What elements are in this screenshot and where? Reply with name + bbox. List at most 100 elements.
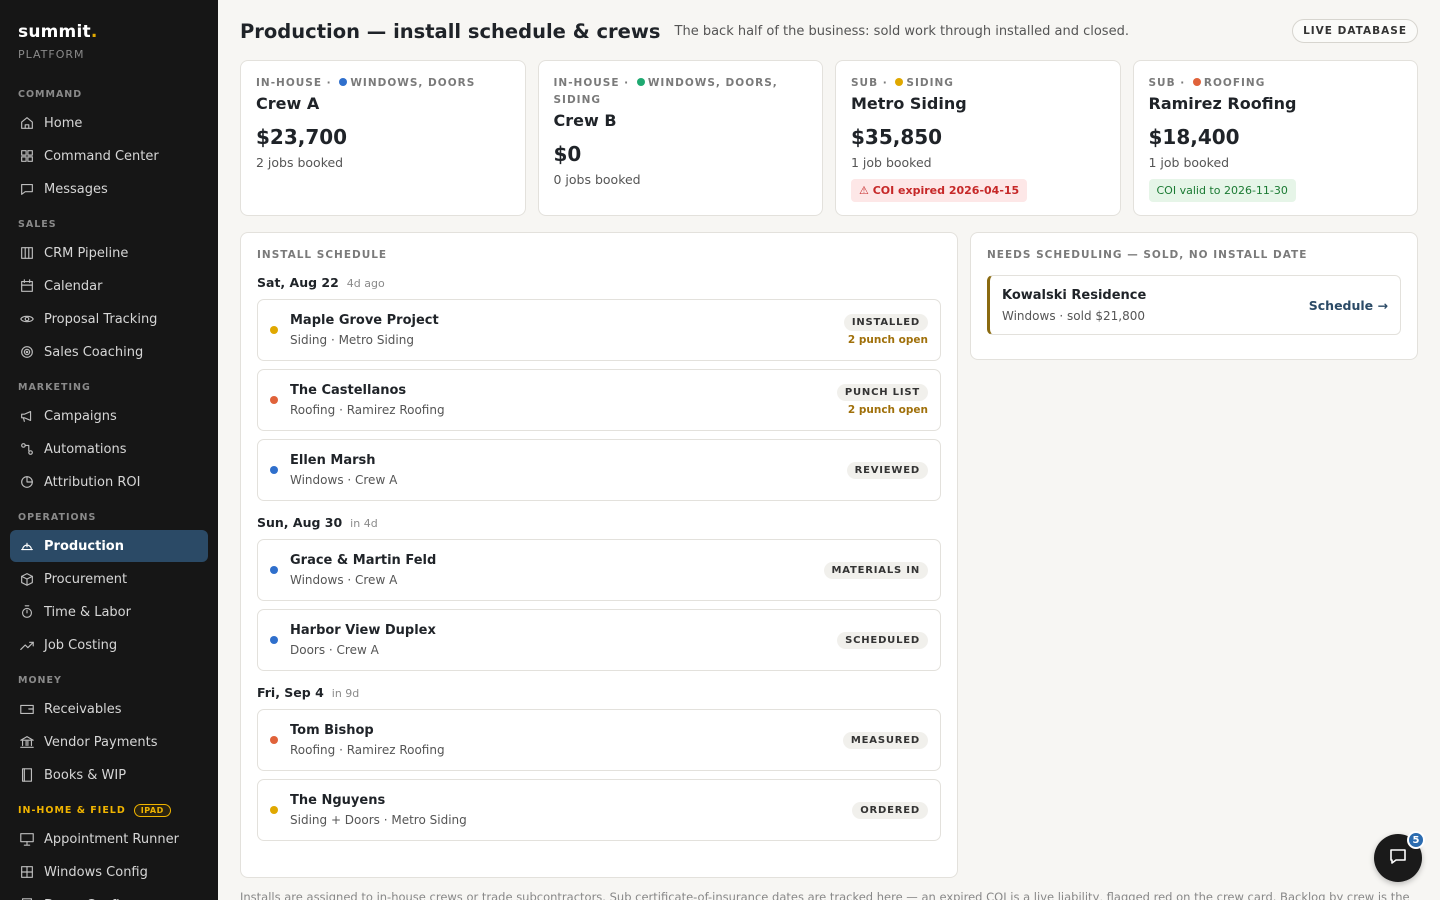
- sidebar-item-time-labor[interactable]: Time & Labor: [10, 596, 208, 628]
- schedule-job-row[interactable]: The Nguyens Siding + Doors · Metro Siding…: [257, 779, 941, 841]
- job-text: Maple Grove Project Siding · Metro Siding: [290, 313, 844, 347]
- job-name: The Nguyens: [290, 793, 386, 808]
- needs-job-detail: Windows · sold $21,800: [1002, 308, 1145, 323]
- sidebar-item-command-center[interactable]: Command Center: [10, 140, 208, 172]
- sidebar-item-label: Home: [44, 115, 83, 131]
- nav-section-in-home-field: IN-HOME & FIELD IPAD: [0, 803, 218, 817]
- sidebar-item-production[interactable]: Production: [10, 530, 208, 562]
- crew-jobs-count: 1 job booked: [851, 155, 932, 170]
- sidebar-item-job-costing[interactable]: Job Costing: [10, 629, 208, 661]
- schedule-job-row[interactable]: Harbor View Duplex Doors · Crew A SCHEDULE…: [257, 609, 941, 671]
- job-status-badge: PUNCH LIST: [836, 384, 928, 401]
- crew-meta: IN-HOUSE · WINDOWS, DOORS, SIDING: [554, 75, 808, 109]
- sidebar-item-label: Command Center: [44, 148, 159, 164]
- brand-logo[interactable]: summit.: [18, 22, 200, 42]
- sidebar-item-automations[interactable]: Automations: [10, 433, 208, 465]
- job-status-badge: REVIEWED: [846, 461, 928, 479]
- sidebar-item-doors-config[interactable]: Doors Config: [10, 889, 208, 900]
- nav-section-label: OPERATIONS: [18, 511, 97, 523]
- sidebar-item-label: Windows Config: [44, 864, 148, 880]
- crew-jobs-count: 0 jobs booked: [553, 172, 641, 187]
- crew-color-dot: [636, 78, 645, 86]
- job-name: The Castellanos: [290, 383, 407, 398]
- job-crew-dot: [270, 736, 278, 744]
- crew-card[interactable]: IN-HOUSE · WINDOWS, DOORS Crew A $23,700 2 …: [240, 60, 526, 216]
- sidebar-item-sales-coaching[interactable]: Sales Coaching: [10, 336, 208, 368]
- crew-jobs-count: 2 jobs booked: [256, 155, 344, 170]
- crew-card[interactable]: SUB · SIDING Metro Siding $35,850 1 job boo…: [835, 60, 1121, 216]
- sidebar-item-home[interactable]: Home: [10, 107, 208, 139]
- schedule-job-row[interactable]: Maple Grove Project Siding · Metro Siding…: [257, 299, 941, 361]
- job-text: The Castellanos Roofing · Ramirez Roofing: [290, 383, 837, 417]
- crew-meta-separator: ·: [322, 77, 337, 89]
- job-text: Tom Bishop Roofing · Ramirez Roofing: [290, 723, 843, 757]
- needs-list: Kowalski Residence Windows · sold $21,800…: [987, 275, 1401, 335]
- sidebar-item-campaigns[interactable]: Campaigns: [10, 400, 208, 432]
- sidebar-item-label: Sales Coaching: [44, 344, 144, 360]
- job-name: Maple Grove Project: [290, 313, 439, 328]
- wallet-icon: [18, 700, 36, 718]
- sidebar-item-label: Job Costing: [44, 637, 118, 653]
- crew-meta: SUB · ROOFING: [1149, 75, 1403, 92]
- crew-card[interactable]: IN-HOUSE · WINDOWS, DOORS, SIDING Crew B $…: [537, 60, 823, 216]
- presentation-icon: [18, 830, 36, 848]
- sidebar-item-label: Vendor Payments: [44, 734, 158, 750]
- job-detail: Roofing · Ramirez Roofing: [290, 743, 445, 757]
- punch-open-count: 2 punch open: [847, 334, 928, 346]
- page-header: Production — install schedule & crews Th…: [240, 0, 1418, 62]
- job-crew-dot: [270, 466, 278, 474]
- sidebar: summit. PLATFORM COMMAND Home Command Cent…: [0, 0, 218, 900]
- install-schedule-title: INSTALL SCHEDULE: [257, 249, 388, 261]
- job-text: Ellen Marsh Windows · Crew A: [290, 453, 847, 487]
- live-database-badge: LIVE DATABASE: [1292, 19, 1418, 43]
- job-crew-dot: [270, 806, 278, 814]
- schedule-button[interactable]: Schedule →: [1309, 298, 1388, 313]
- sidebar-item-vendor-payments[interactable]: Vendor Payments: [10, 726, 208, 758]
- sidebar-item-proposal-tracking[interactable]: Proposal Tracking: [10, 303, 208, 335]
- job-detail: Siding + Doors · Metro Siding: [290, 813, 467, 827]
- job-status-badge: INSTALLED: [843, 314, 928, 331]
- job-name: Harbor View Duplex: [290, 623, 436, 638]
- job-status: ORDERED: [852, 801, 928, 819]
- job-status-badge: ORDERED: [852, 801, 928, 819]
- sidebar-item-crm-pipeline[interactable]: CRM Pipeline: [10, 237, 208, 269]
- job-status: MEASURED: [842, 731, 928, 749]
- megaphone-icon: [18, 407, 36, 425]
- crew-trades: SIDING: [906, 77, 954, 89]
- job-text: The Nguyens Siding + Doors · Metro Siding: [290, 793, 852, 827]
- page-title: Production — install schedule & crews: [240, 19, 661, 43]
- crew-name: Metro Siding: [851, 94, 967, 113]
- brand: summit. PLATFORM: [0, 0, 218, 61]
- crew-booked-amount: $18,400: [1148, 125, 1240, 149]
- crew-booked-amount: $35,850: [851, 125, 943, 149]
- nav-section-label: COMMAND: [18, 88, 83, 100]
- schedule-job-row[interactable]: Tom Bishop Roofing · Ramirez Roofing MEASU…: [257, 709, 941, 771]
- crew-meta-separator: ·: [878, 77, 893, 89]
- job-detail: Windows · Crew A: [290, 573, 398, 587]
- stopwatch-icon: [18, 603, 36, 621]
- schedule-job-row[interactable]: Ellen Marsh Windows · Crew A REVIEWED: [257, 439, 941, 501]
- job-detail: Roofing · Ramirez Roofing: [290, 403, 445, 417]
- schedule-job-row[interactable]: The Castellanos Roofing · Ramirez Roofing…: [257, 369, 941, 431]
- automation-icon: [18, 440, 36, 458]
- sidebar-item-calendar[interactable]: Calendar: [10, 270, 208, 302]
- schedule-job-row[interactable]: Grace & Martin Feld Windows · Crew A MATER…: [257, 539, 941, 601]
- sidebar-item-receivables[interactable]: Receivables: [10, 693, 208, 725]
- sidebar-item-attribution-roi[interactable]: Attribution ROI: [10, 466, 208, 498]
- crew-card[interactable]: SUB · ROOFING Ramirez Roofing $18,400 1 job…: [1132, 60, 1418, 216]
- sidebar-item-procurement[interactable]: Procurement: [10, 563, 208, 595]
- sidebar-item-windows-config[interactable]: Windows Config: [10, 856, 208, 888]
- nav-section-label: MONEY: [18, 674, 62, 686]
- sidebar-item-label: Calendar: [44, 278, 103, 294]
- schedule-day-date: Fri, Sep 4: [257, 685, 324, 700]
- sidebar-item-label: Procurement: [44, 571, 128, 587]
- punch-open-count: 2 punch open: [847, 404, 928, 416]
- door-icon: [18, 896, 36, 900]
- coi-badge: ⚠ COI expired 2026-04-15: [851, 179, 1028, 202]
- sidebar-item-appointment-runner[interactable]: Appointment Runner: [10, 823, 208, 855]
- needs-text: Kowalski Residence Windows · sold $21,800: [1002, 288, 1309, 323]
- sidebar-item-books-wip[interactable]: Books & WIP: [10, 759, 208, 791]
- sidebar-item-messages[interactable]: Messages: [10, 173, 208, 205]
- page-subtitle: The back half of the business: sold work…: [674, 23, 1129, 39]
- job-detail: Siding · Metro Siding: [290, 333, 414, 347]
